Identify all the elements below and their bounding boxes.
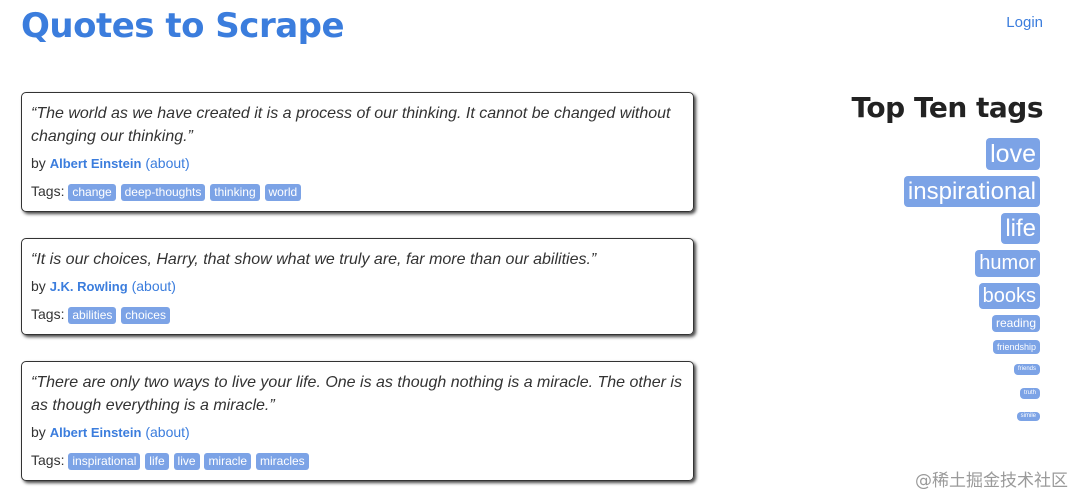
tags-label: Tags: (31, 306, 65, 322)
tag-link[interactable]: abilities (68, 307, 117, 324)
tag-link[interactable]: life (145, 453, 169, 470)
watermark: @稀土掘金技术社区 (915, 471, 1068, 491)
quote-tags: Tags: change deep-thoughts thinking worl… (31, 182, 684, 201)
tag-link[interactable]: inspirational (68, 453, 141, 470)
page: Quotes to Scrape Login “The world as we … (0, 0, 1076, 497)
by-label: by (31, 278, 46, 294)
quote-card: “It is our choices, Harry, that show wha… (21, 238, 694, 335)
tag-link[interactable]: choices (121, 307, 170, 324)
top-tag-friendship[interactable]: friendship (992, 340, 1040, 354)
quote-author-line: by Albert Einstein (about) (31, 154, 684, 173)
top-tag-life[interactable]: life (1001, 213, 1040, 244)
sidebar-title: Top Ten tags (851, 91, 1044, 124)
author-name: J.K. Rowling (49, 279, 128, 294)
quote-text: “There are only two ways to live your li… (31, 374, 682, 414)
top-tag-friends[interactable]: friends (1013, 364, 1040, 375)
quote-list: “The world as we have created it is a pr… (21, 92, 694, 497)
quote-text: “The world as we have created it is a pr… (31, 105, 671, 145)
tag-link[interactable]: thinking (210, 184, 260, 201)
site-title-link[interactable]: Quotes to Scrape (21, 5, 345, 47)
tag-link[interactable]: change (68, 184, 116, 201)
quote-card: “The world as we have created it is a pr… (21, 92, 694, 212)
tag-cloud: love inspirational life humor books read… (783, 138, 1043, 421)
tags-label: Tags: (31, 452, 65, 468)
author-name: Albert Einstein (49, 156, 142, 171)
top-tag-inspirational[interactable]: inspirational (903, 176, 1040, 207)
login-link[interactable]: Login (1006, 14, 1043, 32)
tags-label: Tags: (31, 183, 65, 199)
top-tag-humor[interactable]: humor (975, 250, 1040, 277)
tag-link[interactable]: miracles (256, 453, 309, 470)
tag-link[interactable]: miracle (204, 453, 252, 470)
about-link[interactable]: (about) (145, 424, 189, 440)
top-tag-love[interactable]: love (986, 138, 1040, 170)
quote-tags: Tags: abilities choices (31, 305, 684, 324)
about-link[interactable]: (about) (145, 155, 189, 171)
tag-link[interactable]: live (173, 453, 200, 470)
quote-author-line: by Albert Einstein (about) (31, 423, 684, 442)
by-label: by (31, 424, 46, 440)
tag-link[interactable]: deep-thoughts (120, 184, 206, 201)
quote-author-line: by J.K. Rowling (about) (31, 277, 684, 296)
quote-tags: Tags: inspirational life live miracle mi… (31, 451, 684, 470)
tag-link[interactable]: world (264, 184, 302, 201)
about-link[interactable]: (about) (132, 278, 176, 294)
quote-card: “There are only two ways to live your li… (21, 361, 694, 481)
top-tag-reading[interactable]: reading (991, 315, 1040, 332)
author-name: Albert Einstein (49, 425, 142, 440)
quote-text: “It is our choices, Harry, that show wha… (31, 251, 597, 268)
by-label: by (31, 155, 46, 171)
top-tag-truth[interactable]: truth (1019, 388, 1040, 399)
top-tags-sidebar: Top Ten tags love inspirational life hum… (783, 88, 1044, 421)
top-tag-simile[interactable]: simile (1016, 412, 1040, 421)
top-tag-books[interactable]: books (978, 283, 1040, 309)
